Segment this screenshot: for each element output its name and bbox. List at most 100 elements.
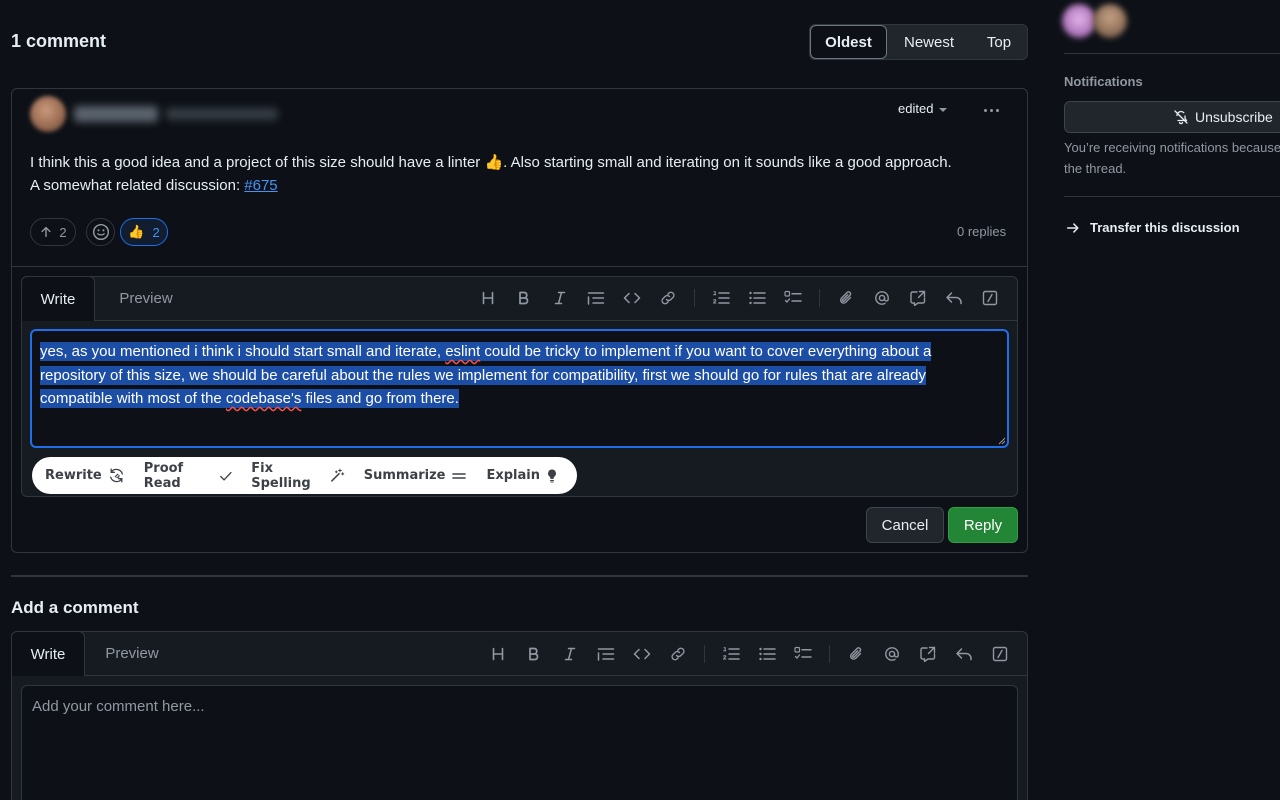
comment-body: I think this a good idea and a project o… <box>30 151 1020 197</box>
author-name[interactable] <box>74 106 158 122</box>
bold-icon[interactable] <box>506 288 542 308</box>
slash-command-icon[interactable] <box>972 288 1008 308</box>
link-icon[interactable] <box>650 288 686 308</box>
ai-assistant-toolbar: Rewrite Proof Read Fix Spelling Summariz… <box>32 457 577 494</box>
smiley-icon <box>92 223 109 241</box>
thumbs-up-reaction[interactable]: 👍 2 <box>120 218 168 246</box>
bold-icon[interactable] <box>516 644 552 664</box>
rewrite-button[interactable]: Rewrite <box>45 467 125 484</box>
discussion-link[interactable]: #675 <box>244 177 277 194</box>
code-icon[interactable] <box>624 644 660 664</box>
more-options-icon[interactable] <box>979 100 1003 120</box>
resize-handle-icon[interactable] <box>996 435 1006 445</box>
reply-button[interactable]: Reply <box>948 507 1018 543</box>
sort-newest-button[interactable]: Newest <box>887 25 971 59</box>
notifications-description: You’re receiving notifications because t… <box>1064 137 1280 179</box>
cancel-button[interactable]: Cancel <box>866 507 944 543</box>
attach-icon[interactable] <box>828 288 864 308</box>
replies-count: 0 replies <box>957 224 1007 239</box>
tab-write[interactable]: Write <box>21 276 95 321</box>
misspelled-word: eslint <box>445 342 481 361</box>
tab-write[interactable]: Write <box>11 631 85 676</box>
rewrite-icon <box>109 468 123 483</box>
avatar[interactable] <box>30 96 66 132</box>
mention-icon[interactable] <box>864 288 900 308</box>
sidebar-divider <box>1064 196 1280 197</box>
tab-preview[interactable]: Preview <box>90 631 174 675</box>
toolbar-divider <box>694 289 695 307</box>
comment-body-line: I think this a good idea and a project o… <box>30 154 952 171</box>
formatting-toolbar <box>480 644 1018 664</box>
magic-wand-icon <box>331 468 345 482</box>
participant-avatar[interactable] <box>1062 4 1096 38</box>
unsubscribe-label: Unsubscribe <box>1195 109 1273 125</box>
task-list-icon[interactable] <box>785 644 821 664</box>
section-divider <box>11 575 1028 577</box>
unsubscribe-button[interactable]: Unsubscribe <box>1064 101 1280 133</box>
notifications-title: Notifications <box>1064 74 1143 89</box>
toolbar-divider <box>829 645 830 663</box>
toolbar-divider <box>819 289 820 307</box>
edited-label: edited <box>898 101 934 116</box>
upvote-button[interactable]: 2 <box>30 218 76 246</box>
comment-count: 1 comment <box>11 31 107 51</box>
editor-header-divider <box>11 675 1028 676</box>
undo-reply-icon[interactable] <box>936 288 972 308</box>
explain-label: Explain <box>486 468 540 483</box>
comment-placeholder: Add your comment here... <box>32 698 205 715</box>
numbered-list-icon[interactable] <box>713 644 749 664</box>
bell-slash-icon <box>1174 110 1188 125</box>
fix-spelling-label: Fix Spelling <box>251 460 311 491</box>
reaction-count: 2 <box>152 224 160 240</box>
undo-reply-icon[interactable] <box>946 644 982 664</box>
slash-command-icon[interactable] <box>982 644 1018 664</box>
fix-spelling-button[interactable]: Fix Spelling <box>251 460 345 491</box>
sort-oldest-button[interactable]: Oldest <box>810 25 887 59</box>
italic-icon[interactable] <box>542 288 578 308</box>
italic-icon[interactable] <box>552 644 588 664</box>
comment-divider <box>11 266 1028 267</box>
add-comment-title: Add a comment <box>11 598 139 617</box>
mention-icon[interactable] <box>874 644 910 664</box>
attach-icon[interactable] <box>838 644 874 664</box>
reference-icon[interactable] <box>910 644 946 664</box>
reference-icon[interactable] <box>900 288 936 308</box>
quote-icon[interactable] <box>578 288 614 308</box>
add-reaction-button[interactable] <box>86 218 115 246</box>
code-icon[interactable] <box>614 288 650 308</box>
summarize-button[interactable]: Summarize <box>364 468 468 483</box>
bulleted-list-icon[interactable] <box>749 644 785 664</box>
chevron-down-icon <box>939 107 948 112</box>
explain-button[interactable]: Explain <box>486 468 558 484</box>
comment-date[interactable] <box>166 108 278 120</box>
participant-avatar[interactable] <box>1093 4 1127 38</box>
task-list-icon[interactable] <box>775 288 811 308</box>
numbered-list-icon[interactable] <box>703 288 739 308</box>
heading-icon[interactable] <box>480 644 516 664</box>
toolbar-divider <box>704 645 705 663</box>
transfer-discussion-link[interactable]: Transfer this discussion <box>1066 220 1240 235</box>
arrow-up-icon <box>41 226 52 238</box>
upvote-count: 2 <box>59 224 67 240</box>
formatting-toolbar <box>470 288 1008 308</box>
heading-icon[interactable] <box>470 288 506 308</box>
edited-dropdown[interactable]: edited <box>898 101 948 116</box>
summarize-icon <box>452 472 467 479</box>
reply-text[interactable]: yes, as you mentioned i think i should s… <box>40 340 990 411</box>
reply-text-segment: files and go from there. <box>301 389 459 408</box>
arrow-right-icon <box>1067 222 1079 233</box>
quote-icon[interactable] <box>588 644 624 664</box>
thumbs-up-icon: 👍 <box>128 224 145 239</box>
comment-body-text: A somewhat related discussion: <box>30 177 245 194</box>
proof-read-button[interactable]: Proof Read <box>144 461 233 491</box>
tab-preview[interactable]: Preview <box>104 276 188 320</box>
reply-text-segment: yes, as you mentioned i think i should s… <box>40 342 446 361</box>
notifications-desc-line: You’re receiving notifications because <box>1064 140 1280 155</box>
link-icon[interactable] <box>660 644 696 664</box>
transfer-label: Transfer this discussion <box>1090 220 1240 235</box>
notifications-desc-line: the thread. <box>1064 161 1127 176</box>
check-icon <box>219 471 232 481</box>
bulleted-list-icon[interactable] <box>739 288 775 308</box>
sort-top-button[interactable]: Top <box>971 25 1027 59</box>
summarize-label: Summarize <box>363 468 446 483</box>
